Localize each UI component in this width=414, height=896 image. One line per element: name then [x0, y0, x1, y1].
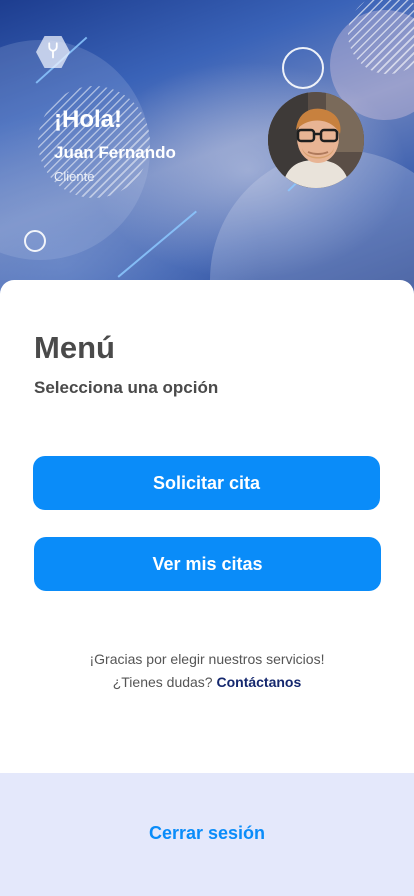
decorative-ring: [24, 230, 46, 252]
help-line: ¿Tienes dudas? Contáctanos: [0, 671, 414, 694]
avatar[interactable]: [268, 92, 364, 188]
logout-button[interactable]: Cerrar sesión: [0, 823, 414, 844]
page-title: Menú: [34, 330, 115, 365]
thanks-message: ¡Gracias por elegir nuestros servicios! …: [0, 648, 414, 694]
contact-link[interactable]: Contáctanos: [216, 674, 301, 690]
user-role: Cliente: [54, 169, 95, 184]
wrench-icon: [44, 41, 62, 63]
page-subtitle: Selecciona una opción: [34, 378, 219, 397]
thanks-text: ¡Gracias por elegir nuestros servicios!: [89, 651, 325, 667]
view-appointments-button[interactable]: Ver mis citas: [34, 537, 381, 591]
user-name: Juan Fernando: [54, 143, 176, 162]
decorative-line: [117, 210, 197, 278]
request-appointment-button[interactable]: Solicitar cita: [33, 456, 380, 510]
greeting: ¡Hola!: [54, 106, 122, 133]
help-question: ¿Tienes dudas?: [112, 674, 213, 690]
decorative-ring: [282, 47, 324, 89]
